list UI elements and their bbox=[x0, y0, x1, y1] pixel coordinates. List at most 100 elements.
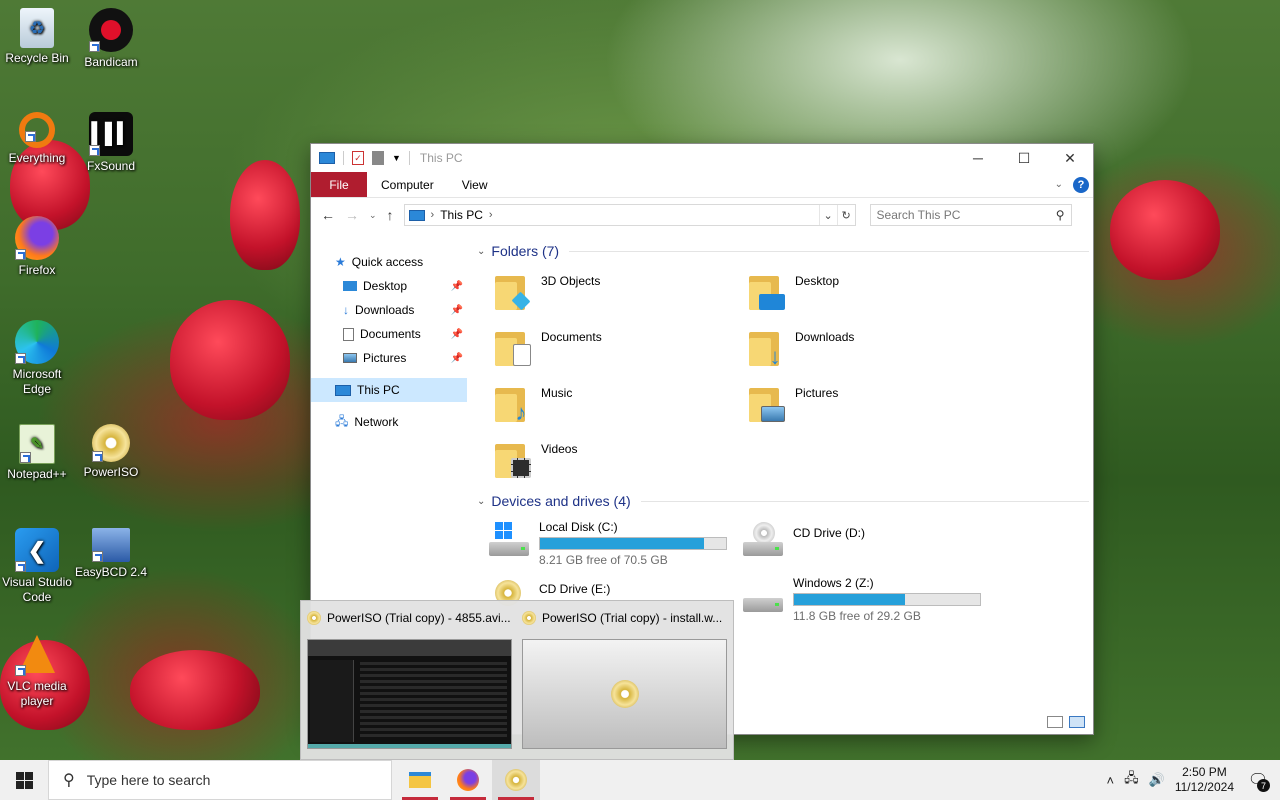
address-dropdown-icon[interactable]: ⌄ bbox=[818, 205, 837, 225]
desktop-icon-firefox[interactable]: Firefox bbox=[0, 216, 74, 278]
vscode-icon: ❮ bbox=[15, 528, 59, 572]
drive-cd-d[interactable]: CD Drive (D:) bbox=[741, 518, 995, 574]
breadcrumb-chevron-icon[interactable]: › bbox=[431, 209, 435, 221]
collapse-chevron-icon[interactable]: ⌄ bbox=[477, 246, 485, 257]
folder-desktop-icon bbox=[747, 272, 787, 312]
close-button[interactable]: ✕ bbox=[1047, 144, 1093, 172]
folder-3d-objects-icon bbox=[493, 272, 533, 312]
preview-poweriso-window-1[interactable]: PowerISO (Trial copy) - 4855.avi... bbox=[307, 609, 512, 759]
nav-this-pc[interactable]: This PC bbox=[311, 378, 467, 402]
drive-usage-fill bbox=[794, 594, 905, 605]
desktop-icon-label: PowerISO bbox=[83, 465, 139, 479]
desktop-icon-fxsound[interactable]: ▍▌▍ FxSound bbox=[74, 112, 148, 174]
new-folder-icon[interactable] bbox=[372, 151, 384, 165]
drive-name: CD Drive (D:) bbox=[793, 526, 865, 540]
maximize-button[interactable]: ☐ bbox=[1001, 144, 1047, 172]
desktop-icon-recycle-bin[interactable]: ♻ Recycle Bin bbox=[0, 8, 74, 66]
properties-icon[interactable]: ✓ bbox=[352, 151, 364, 165]
pin-icon[interactable]: 📌 bbox=[451, 305, 463, 316]
vlc-icon bbox=[15, 632, 59, 676]
drive-local-disk-c[interactable]: Local Disk (C:) 8.21 GB free of 70.5 GB bbox=[487, 518, 741, 574]
desktop-icon-notepad-plus-plus[interactable]: ✎ Notepad++ bbox=[0, 424, 74, 482]
help-icon[interactable]: ? bbox=[1073, 176, 1089, 193]
taskbar-poweriso[interactable] bbox=[492, 760, 540, 800]
start-button[interactable] bbox=[0, 760, 48, 800]
back-button[interactable]: ← bbox=[321, 207, 335, 223]
drive-free-space: 8.21 GB free of 70.5 GB bbox=[539, 553, 668, 567]
tab-file[interactable]: File bbox=[311, 172, 367, 197]
folder-downloads[interactable]: ↓ Downloads bbox=[747, 322, 1001, 378]
desktop-icon-vlc[interactable]: VLC media player bbox=[0, 632, 74, 709]
wallpaper-tulip bbox=[170, 300, 290, 420]
forward-button[interactable]: → bbox=[345, 207, 359, 223]
desktop-icon-vscode[interactable]: ❮ Visual Studio Code bbox=[0, 528, 74, 605]
hard-drive-icon bbox=[741, 576, 785, 616]
nav-network[interactable]: 🖧 Network bbox=[311, 410, 467, 434]
folder-label: Videos bbox=[541, 442, 578, 456]
up-button[interactable]: ↑ bbox=[387, 207, 394, 223]
address-bar[interactable]: › This PC › ⌄ ↻ bbox=[403, 204, 856, 226]
nav-desktop[interactable]: Desktop 📌 bbox=[311, 274, 467, 298]
preview-thumbnail[interactable] bbox=[307, 639, 512, 749]
details-view-icon[interactable] bbox=[1047, 716, 1063, 728]
folder-videos[interactable]: Videos bbox=[493, 434, 747, 490]
tab-view[interactable]: View bbox=[448, 172, 502, 197]
drives-group-header[interactable]: ⌄ Devices and drives (4) bbox=[477, 490, 1093, 512]
minimize-button[interactable]: ─ bbox=[955, 144, 1001, 172]
desktop-icon-poweriso[interactable]: PowerISO bbox=[74, 424, 148, 480]
volume-icon[interactable]: 🔊 bbox=[1149, 772, 1165, 788]
pin-icon[interactable]: 📌 bbox=[451, 353, 463, 364]
pictures-icon bbox=[343, 353, 357, 363]
folder-3d-objects[interactable]: 3D Objects bbox=[493, 266, 747, 322]
folder-pictures[interactable]: Pictures bbox=[747, 378, 1001, 434]
taskbar-firefox[interactable] bbox=[444, 760, 492, 800]
clock[interactable]: 2:50 PM 11/12/2024 bbox=[1175, 765, 1234, 795]
show-hidden-icons-chevron-icon[interactable]: ˄ bbox=[1107, 773, 1115, 788]
breadcrumb-chevron-icon[interactable]: › bbox=[489, 209, 493, 221]
nav-pictures[interactable]: Pictures 📌 bbox=[311, 346, 467, 370]
folders-group-header[interactable]: ⌄ Folders (7) bbox=[477, 240, 1093, 262]
preview-title: PowerISO (Trial copy) - 4855.avi... bbox=[327, 611, 511, 625]
pin-icon[interactable]: 📌 bbox=[451, 281, 463, 292]
nav-documents[interactable]: Documents 📌 bbox=[311, 322, 467, 346]
folder-documents[interactable]: Documents bbox=[493, 322, 747, 378]
recent-locations-icon[interactable]: ⌄ bbox=[369, 210, 377, 221]
nav-label: This PC bbox=[357, 383, 400, 397]
search-placeholder: Type here to search bbox=[86, 772, 211, 788]
wallpaper-tulip bbox=[130, 650, 260, 730]
folder-music[interactable]: ♪ Music bbox=[493, 378, 747, 434]
network-icon[interactable]: 🖧 bbox=[1124, 769, 1139, 791]
drive-name: Windows 2 (Z:) bbox=[793, 576, 874, 590]
desktop-icon-label: Notepad++ bbox=[7, 467, 67, 481]
download-arrow-icon: ↓ bbox=[343, 303, 349, 317]
tab-computer[interactable]: Computer bbox=[367, 172, 448, 197]
drive-windows-2-z[interactable]: Windows 2 (Z:) 11.8 GB free of 29.2 GB bbox=[741, 574, 995, 630]
search-input[interactable]: Search This PC ⚲ bbox=[869, 204, 1072, 226]
navigation-bar: ← → ⌄ ↑ › This PC › ⌄ ↻ Search This PC ⚲ bbox=[311, 198, 1093, 232]
refresh-icon[interactable]: ↻ bbox=[836, 205, 855, 225]
preview-poweriso-window-2[interactable]: PowerISO (Trial copy) - install.w... bbox=[522, 609, 727, 759]
folder-desktop[interactable]: Desktop bbox=[747, 266, 1001, 322]
clock-time: 2:50 PM bbox=[1182, 765, 1227, 779]
taskbar-search-input[interactable]: ⚲ Type here to search bbox=[48, 760, 392, 800]
pin-icon[interactable]: 📌 bbox=[451, 329, 463, 340]
title-bar[interactable]: ✓ ▼ This PC ─ ☐ ✕ bbox=[311, 144, 1093, 172]
desktop-icon-bandicam[interactable]: Bandicam bbox=[74, 8, 148, 70]
action-center-button[interactable]: 🗨 7 bbox=[1244, 766, 1272, 794]
expand-ribbon-icon[interactable]: ⌄ bbox=[1055, 179, 1063, 190]
nav-downloads[interactable]: ↓ Downloads 📌 bbox=[311, 298, 467, 322]
nav-quick-access[interactable]: ★ Quick access bbox=[311, 250, 467, 274]
desktop-icon-everything[interactable]: Everything bbox=[0, 112, 74, 166]
nav-label: Documents bbox=[360, 327, 421, 341]
desktop-icon-edge[interactable]: Microsoft Edge bbox=[0, 320, 74, 397]
preview-thumbnail[interactable] bbox=[522, 639, 727, 749]
edge-icon bbox=[15, 320, 59, 364]
desktop-icon-easybcd[interactable]: EasyBCD 2.4 bbox=[74, 528, 148, 580]
large-icons-view-icon[interactable] bbox=[1069, 716, 1085, 728]
taskbar-file-explorer[interactable] bbox=[396, 760, 444, 800]
qat-dropdown-icon[interactable]: ▼ bbox=[392, 153, 401, 163]
folder-music-icon: ♪ bbox=[493, 384, 533, 425]
collapse-chevron-icon[interactable]: ⌄ bbox=[477, 496, 485, 507]
breadcrumb-this-pc[interactable]: This PC bbox=[440, 208, 483, 222]
this-pc-icon bbox=[319, 152, 335, 164]
